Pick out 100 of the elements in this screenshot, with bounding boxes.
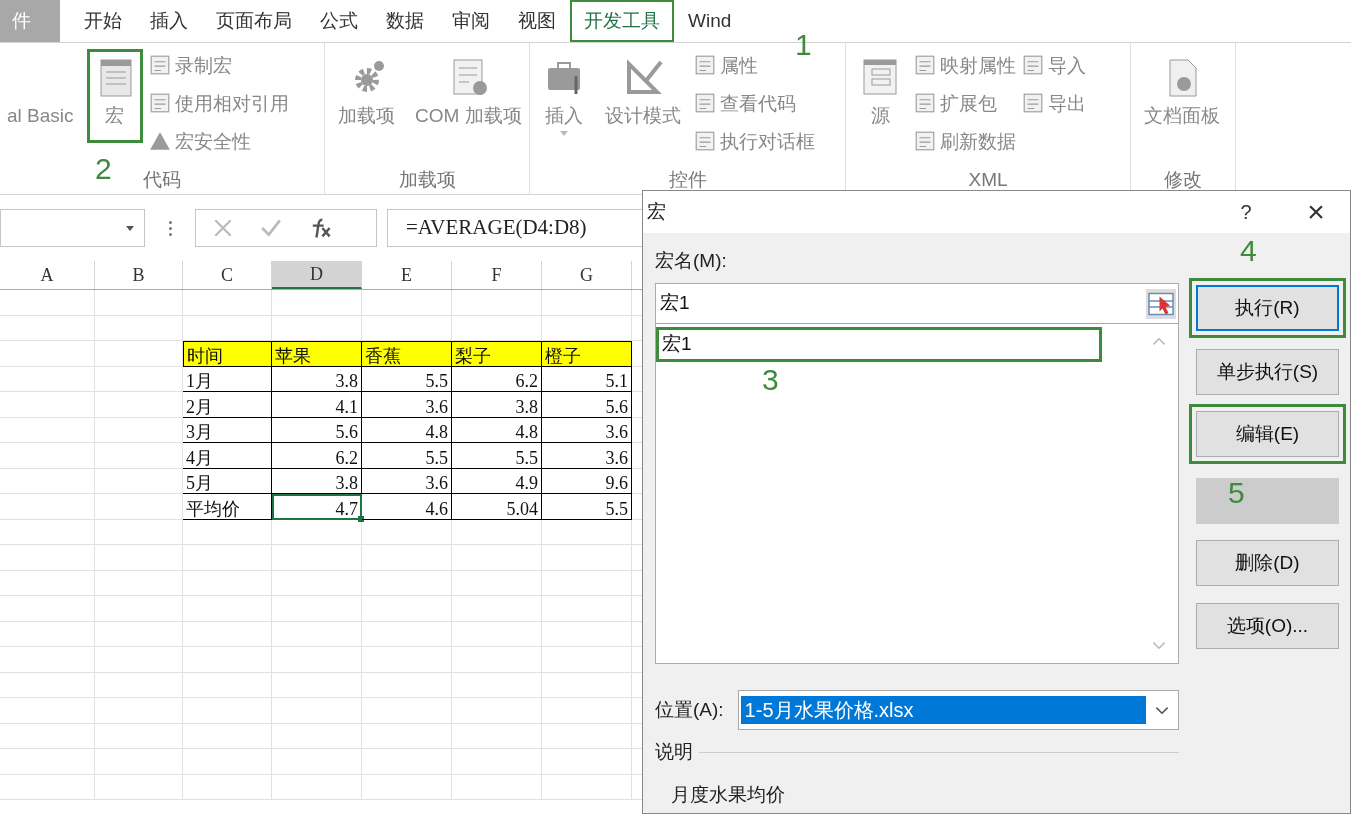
fill-handle[interactable] [358, 515, 364, 522]
grid-cell[interactable] [0, 545, 95, 571]
grid-cell[interactable] [0, 647, 95, 673]
grid-cell[interactable] [183, 698, 272, 724]
table-cell[interactable]: 3.6 [542, 417, 632, 443]
grid-cell[interactable] [0, 596, 95, 622]
table-cell[interactable]: 5.5 [362, 443, 452, 469]
grid-cell[interactable] [95, 621, 183, 647]
dialog-button[interactable]: 执行(R) [1189, 278, 1346, 338]
ribbon-tab[interactable]: 开发工具 [570, 0, 674, 42]
location-dropdown[interactable]: 1-5月水果价格.xlsx [737, 690, 1179, 730]
ribbon-command[interactable]: 刷新数据 [914, 127, 1016, 155]
grid-cell[interactable] [183, 774, 272, 800]
table-cell[interactable]: 4.6 [362, 494, 452, 520]
column-header[interactable]: F [452, 261, 542, 289]
grid-cell[interactable] [452, 519, 542, 545]
grid-cell[interactable] [272, 290, 362, 316]
grid-cell[interactable] [272, 621, 362, 647]
grid-cell[interactable] [452, 672, 542, 698]
column-header[interactable]: B [95, 261, 183, 289]
grid-cell[interactable] [362, 290, 452, 316]
grid-cell[interactable] [542, 749, 632, 775]
ribbon-command[interactable]: 执行对话框 [694, 127, 815, 155]
ribbon-tab[interactable]: 数据 [372, 0, 438, 42]
help-button[interactable]: ? [1226, 197, 1266, 227]
grid-cell[interactable] [0, 315, 95, 341]
table-cell[interactable]: 4.8 [362, 417, 452, 443]
ribbon-button[interactable]: 宏 [86, 49, 143, 143]
grid-cell[interactable] [95, 545, 183, 571]
table-cell[interactable]: 3.6 [542, 443, 632, 469]
table-cell[interactable]: 5.5 [542, 494, 632, 520]
grid-cell[interactable] [272, 723, 362, 749]
table-cell[interactable]: 5.5 [452, 443, 542, 469]
table-cell[interactable]: 5.6 [542, 392, 632, 418]
ribbon-tab[interactable]: 公式 [306, 0, 372, 42]
grid-cell[interactable] [95, 366, 183, 392]
grid-cell[interactable] [0, 341, 95, 367]
grid-cell[interactable] [95, 723, 183, 749]
grid-cell[interactable] [452, 621, 542, 647]
grid-cell[interactable] [362, 672, 452, 698]
ribbon-command[interactable]: 宏安全性 [148, 127, 289, 155]
ribbon-command[interactable]: 查看代码 [694, 89, 815, 117]
grid-cell[interactable] [183, 621, 272, 647]
ribbon-command[interactable]: 导入 [1022, 51, 1086, 79]
grid-cell[interactable] [95, 290, 183, 316]
grid-cell[interactable] [95, 443, 183, 469]
header-cell[interactable]: 时间 [183, 341, 272, 367]
grid-cell[interactable] [0, 443, 95, 469]
grid-cell[interactable] [0, 749, 95, 775]
ribbon-button[interactable]: 设计模式 [598, 49, 688, 143]
grid-cell[interactable] [0, 621, 95, 647]
grid-cell[interactable] [95, 392, 183, 418]
grid-cell[interactable] [183, 290, 272, 316]
ribbon-button[interactable]: 源 [852, 49, 908, 143]
grid-cell[interactable] [0, 468, 95, 494]
ribbon-tab[interactable]: 视图 [504, 0, 570, 42]
dialog-button[interactable]: 编辑(E) [1189, 404, 1346, 464]
grid-cell[interactable] [272, 647, 362, 673]
column-header[interactable]: D [272, 261, 362, 289]
grid-cell[interactable] [95, 596, 183, 622]
header-cell[interactable]: 梨子 [452, 341, 542, 367]
ribbon-button[interactable]: 插入 [536, 49, 592, 143]
grid-cell[interactable] [183, 519, 272, 545]
ribbon-command[interactable]: 扩展包 [914, 89, 1016, 117]
column-header[interactable]: A [0, 261, 95, 289]
grid-cell[interactable] [452, 749, 542, 775]
table-cell[interactable]: 9.6 [542, 468, 632, 494]
table-cell[interactable]: 5.6 [272, 417, 362, 443]
grid-cell[interactable] [542, 647, 632, 673]
table-cell[interactable]: 4.7 [272, 494, 362, 520]
grid-cell[interactable] [542, 290, 632, 316]
grid-cell[interactable] [362, 749, 452, 775]
grid-cell[interactable] [0, 366, 95, 392]
grid-cell[interactable] [362, 596, 452, 622]
grid-cell[interactable] [362, 698, 452, 724]
grid-cell[interactable] [362, 545, 452, 571]
table-cell[interactable]: 3.6 [362, 392, 452, 418]
table-cell[interactable]: 3.8 [272, 468, 362, 494]
grid-cell[interactable] [452, 698, 542, 724]
grid-cell[interactable] [272, 774, 362, 800]
close-button[interactable]: × [1296, 197, 1336, 227]
grid-cell[interactable] [452, 723, 542, 749]
table-cell[interactable]: 3.6 [362, 468, 452, 494]
macro-name-field[interactable]: 宏1 [655, 283, 1179, 324]
table-cell[interactable]: 6.2 [272, 443, 362, 469]
column-header[interactable]: E [362, 261, 452, 289]
grid-cell[interactable] [183, 545, 272, 571]
grid-cell[interactable] [272, 596, 362, 622]
grid-cell[interactable] [362, 519, 452, 545]
table-cell[interactable]: 1月 [183, 366, 272, 392]
grid-cell[interactable] [183, 570, 272, 596]
ribbon-command[interactable]: 导出 [1022, 89, 1086, 117]
grid-cell[interactable] [272, 570, 362, 596]
table-cell[interactable]: 4.8 [452, 417, 542, 443]
grid-cell[interactable] [452, 570, 542, 596]
table-cell[interactable]: 3.8 [452, 392, 542, 418]
grid-cell[interactable] [183, 723, 272, 749]
grid-cell[interactable] [95, 672, 183, 698]
grid-cell[interactable] [0, 672, 95, 698]
grid-cell[interactable] [0, 519, 95, 545]
